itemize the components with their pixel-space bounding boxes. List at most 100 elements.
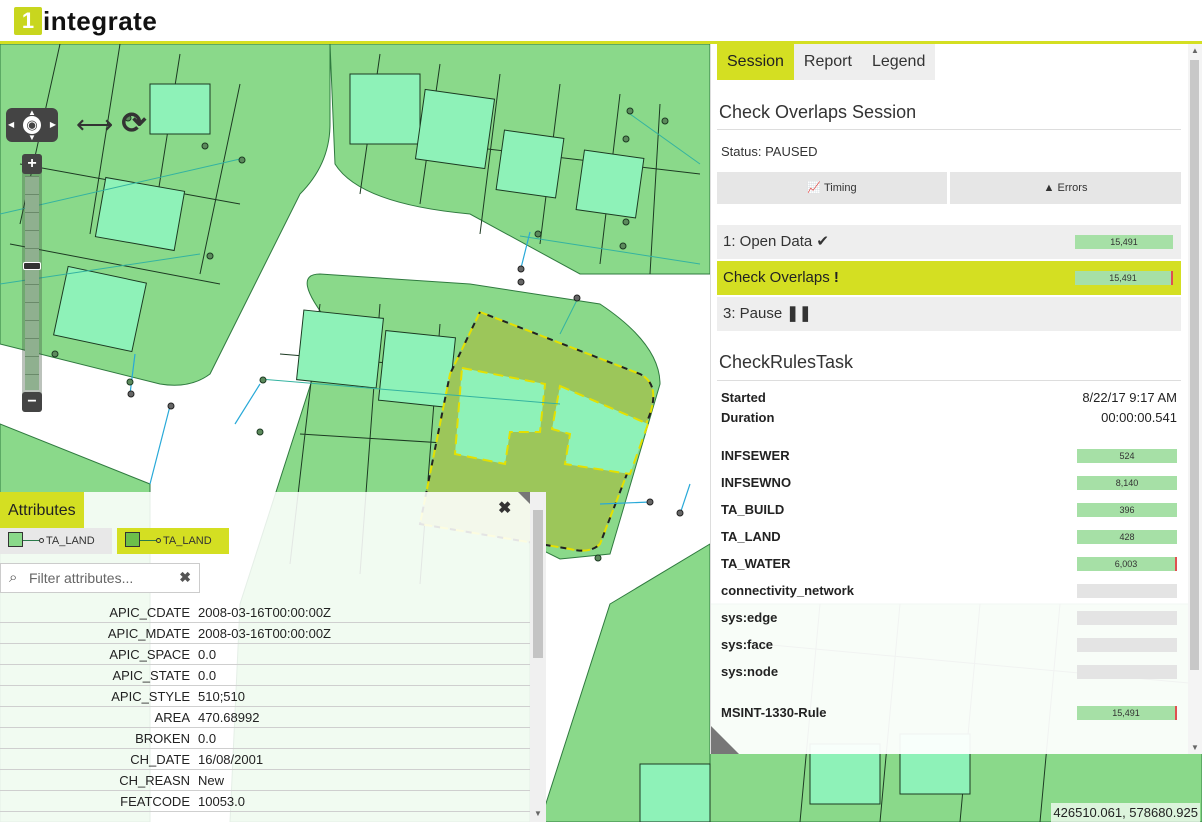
- filter-input[interactable]: [29, 568, 175, 588]
- feature-row: connectivity_network: [721, 581, 1177, 601]
- feature-name: TA_BUILD: [721, 502, 785, 517]
- rule-count-bar: 15,491: [1077, 706, 1177, 720]
- attribute-filter: ⌕ ✖: [0, 563, 200, 593]
- attribute-name: CH_REASN: [119, 773, 190, 788]
- coordinate-readout: 426510.061, 578680.925: [1051, 803, 1200, 822]
- feature-row: TA_LAND 428: [721, 527, 1177, 547]
- app-header: 1 integrate: [0, 0, 1202, 44]
- attribute-name: BROKEN: [135, 731, 190, 746]
- tab-legend[interactable]: Legend: [861, 44, 936, 80]
- scroll-up-icon[interactable]: ▲: [1191, 46, 1199, 55]
- tab-report[interactable]: Report: [793, 44, 862, 80]
- feature-count-bar: [1077, 611, 1177, 625]
- refresh-icon[interactable]: ⟳: [118, 108, 150, 140]
- timing-button[interactable]: 📈 Timing: [717, 172, 947, 204]
- step-open-data[interactable]: 1: Open Data ✔ 15,491: [717, 225, 1181, 259]
- panel-scrollbar[interactable]: ▲ ▼: [1188, 44, 1202, 754]
- feature-name: sys:node: [721, 664, 779, 679]
- attribute-value: 2008-03-16T00:00:00Z: [198, 626, 331, 641]
- step-pause[interactable]: 3: Pause ❚❚: [717, 297, 1181, 331]
- attribute-row: APIC_STYLE 510;510: [0, 686, 530, 707]
- attribute-row: CH_DATE 16/08/2001: [0, 749, 530, 770]
- errors-button[interactable]: ▲ Errors: [950, 172, 1181, 204]
- scroll-down-icon[interactable]: ▼: [534, 809, 542, 818]
- feature-row: TA_BUILD 396: [721, 500, 1177, 520]
- attribute-name: FEATCODE: [120, 794, 190, 809]
- app-logo[interactable]: 1 integrate: [14, 6, 157, 36]
- line-swatch-icon: [23, 540, 39, 541]
- scroll-thumb[interactable]: [533, 510, 543, 658]
- zoom-slider[interactable]: + −: [22, 154, 42, 412]
- layer-tab-ta-land-selected[interactable]: TA_LAND: [117, 528, 229, 554]
- attribute-name: APIC_MDATE: [107, 626, 190, 641]
- attribute-value: 470.68992: [198, 710, 260, 725]
- feature-count-bar: [1077, 584, 1177, 598]
- close-icon[interactable]: ✖: [498, 498, 511, 518]
- feature-name: INFSEWER: [721, 448, 790, 463]
- chart-icon: 📈: [807, 182, 822, 194]
- step-check-overlaps[interactable]: Check Overlaps ! 15,491: [717, 261, 1181, 295]
- resize-handle[interactable]: [711, 726, 739, 754]
- attribute-name: APIC_STYLE: [111, 689, 190, 704]
- attribute-row: BROKEN 0.0: [0, 728, 530, 749]
- feature-count-bar: [1077, 638, 1177, 652]
- attribute-value: 10053.0: [198, 794, 245, 809]
- pan-control[interactable]: ▲ ◀ ▶ ▼ ◉: [6, 108, 58, 142]
- logo-mark: 1: [14, 7, 42, 35]
- duration-row: Duration 00:00:00.541: [721, 410, 1177, 425]
- zoom-thumb[interactable]: [23, 262, 41, 270]
- attribute-name: APIC_STATE: [112, 668, 190, 683]
- attribute-value: 16/08/2001: [198, 752, 264, 767]
- zoom-track[interactable]: [25, 176, 39, 390]
- horizontal-arrows-icon[interactable]: ⟷: [76, 111, 113, 138]
- attribute-table: APIC_CDATE 2008-03-16T00:00:00Z APIC_MDAT…: [0, 602, 530, 812]
- scroll-down-icon[interactable]: ▼: [1191, 743, 1199, 752]
- feature-name: TA_WATER: [721, 556, 791, 571]
- zoom-in-button[interactable]: +: [22, 154, 42, 174]
- scroll-thumb[interactable]: [1190, 60, 1199, 670]
- attribute-value: 2008-03-16T00:00:00Z: [198, 605, 331, 620]
- feature-name: sys:edge: [721, 610, 778, 625]
- feature-row: INFSEWER 524: [721, 446, 1177, 466]
- attribute-value: 510;510: [198, 689, 245, 704]
- divider: [717, 380, 1181, 381]
- attribute-row: APIC_SPACE 0.0: [0, 644, 530, 665]
- step-label: 3: Pause: [723, 305, 783, 322]
- feature-count-bar: 6,003: [1077, 557, 1177, 571]
- pan-down-icon[interactable]: ▼: [28, 133, 36, 142]
- feature-name: INFSEWNO: [721, 475, 792, 490]
- attributes-scrollbar[interactable]: ▼: [530, 492, 546, 822]
- zoom-out-button[interactable]: −: [22, 392, 42, 412]
- feature-row: sys:edge: [721, 608, 1177, 628]
- land-swatch-icon: [8, 532, 23, 547]
- attribute-value: 0.0: [198, 731, 217, 746]
- node-swatch-icon: [156, 538, 161, 543]
- attribute-name: APIC_CDATE: [109, 605, 190, 620]
- attribute-value: 0.0: [198, 668, 217, 683]
- started-label: Started: [721, 390, 766, 405]
- tab-session[interactable]: Session: [717, 44, 794, 80]
- pan-left-icon[interactable]: ◀: [8, 120, 14, 129]
- pan-right-icon[interactable]: ▶: [50, 120, 56, 129]
- feature-name: connectivity_network: [721, 583, 854, 598]
- globe-icon[interactable]: ◉: [23, 116, 41, 134]
- attribute-name: AREA: [154, 710, 190, 725]
- session-status: Status: PAUSED: [721, 144, 818, 159]
- attribute-name: CH_DATE: [130, 752, 190, 767]
- attribute-row: APIC_MDATE 2008-03-16T00:00:00Z: [0, 623, 530, 644]
- attribute-value: New: [198, 773, 225, 788]
- layer-tab-ta-land[interactable]: TA_LAND: [0, 528, 112, 554]
- rule-row: MSINT-1330-Rule 15,491: [721, 703, 1177, 723]
- attribute-row: APIC_STATE 0.0: [0, 665, 530, 686]
- feature-count-bar: 396: [1077, 503, 1177, 517]
- check-icon: ✔: [816, 233, 829, 250]
- clear-filter-icon[interactable]: ✖: [179, 569, 191, 586]
- session-title: Check Overlaps Session: [719, 102, 917, 122]
- step-label: Check Overlaps: [723, 269, 830, 286]
- feature-count-bar: 428: [1077, 530, 1177, 544]
- duration-value: 00:00:00.541: [1101, 410, 1177, 425]
- search-icon: ⌕: [9, 569, 18, 586]
- layer-tab-label: TA_LAND: [163, 535, 212, 547]
- layer-tab-label: TA_LAND: [46, 535, 95, 547]
- step-count-bar: 15,491: [1075, 235, 1173, 249]
